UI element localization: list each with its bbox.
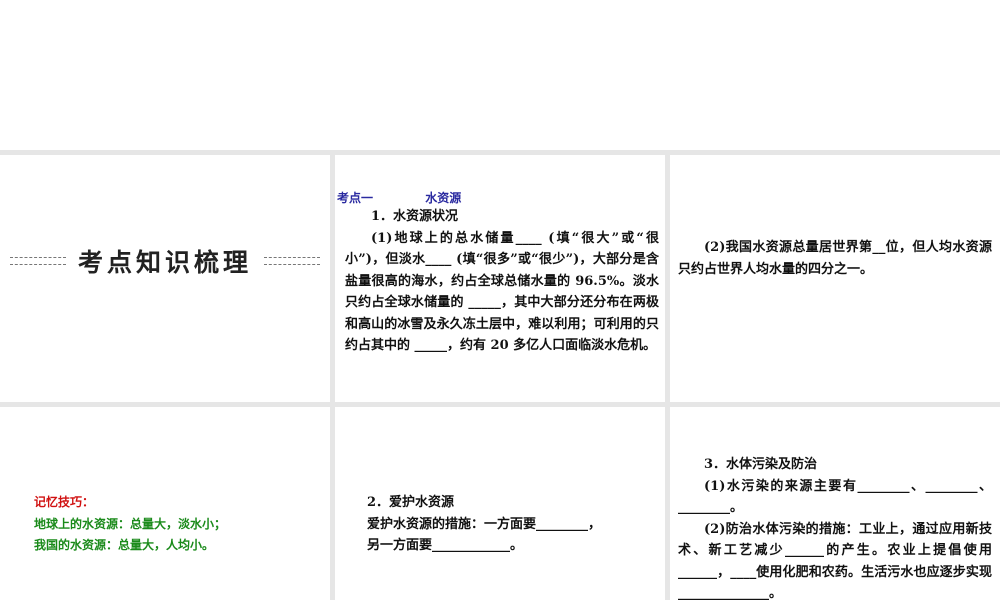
- pollution-sources: (1)水污染的来源主要有________、________、________。: [678, 478, 992, 516]
- topic-name: 水资源: [425, 191, 462, 205]
- panel-water-status[interactable]: 考点一 水资源 1．水资源状况 (1)地球上的总水储量____ (填“很大”或“…: [335, 155, 665, 402]
- dashed-divider-right: [264, 257, 320, 265]
- memory-line-2: 我国的水资源：总量大，人均小。: [34, 538, 215, 552]
- paragraph-china-water: (2)我国水资源总量居世界第__位，但人均水资源只约占世界人均水量的四分之一。: [678, 240, 992, 277]
- topic-header: 考点一 水资源: [337, 189, 659, 206]
- paragraph-water-status: (1)地球上的总水储量____ (填“很大”或“很小”)，但淡水____ (填“…: [345, 230, 659, 354]
- protect-line-2: 另一方面要____________。: [367, 538, 524, 553]
- protect-line-1: 爱护水资源的措施：一方面要________，: [367, 516, 602, 532]
- section-title: 考点知识梳理: [77, 248, 252, 277]
- panel-memory-tips[interactable]: 记忆技巧： 地球上的水资源：总量大，淡水小； 我国的水资源：总量大，人均小。: [0, 407, 330, 600]
- panel-title[interactable]: 考点知识梳理: [0, 155, 330, 402]
- dashed-divider-left: [9, 257, 66, 265]
- memory-line-1: 地球上的水资源：总量大，淡水小；: [34, 516, 227, 531]
- topic-label: 考点一: [337, 191, 374, 205]
- pollution-prevention: (2)防治水体污染的措施：工业上，通过应用新技术、新工艺减少______的产生。…: [678, 521, 992, 600]
- panel-protect-water[interactable]: 2．爱护水资源 爱护水资源的措施：一方面要________， 另一方面要____…: [335, 407, 665, 600]
- slide-grid: 考点知识梳理 考点一 水资源 1．水资源状况 (1)地球上的总水储量____ (…: [0, 150, 1000, 600]
- panel-china-water[interactable]: (2)我国水资源总量居世界第__位，但人均水资源只约占世界人均水量的四分之一。: [670, 155, 1000, 402]
- heading-water-status: 1．水资源状况: [371, 209, 459, 224]
- panel-water-pollution[interactable]: 3．水体污染及防治 (1)水污染的来源主要有________、________、…: [670, 407, 1000, 600]
- section-header: 考点知识梳理: [0, 243, 330, 279]
- heading-water-pollution: 3．水体污染及防治: [704, 457, 818, 472]
- memory-label: 记忆技巧：: [34, 495, 95, 509]
- heading-protect-water: 2．爱护水资源: [367, 495, 455, 510]
